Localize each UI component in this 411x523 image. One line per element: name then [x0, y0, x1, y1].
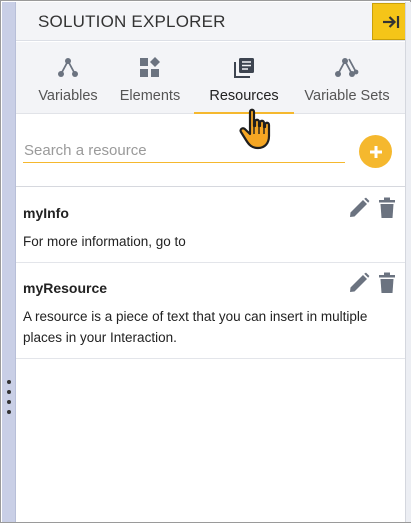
item-actions — [348, 197, 396, 219]
resize-handle[interactable] — [6, 380, 12, 414]
tab-resources-label: Resources — [209, 88, 279, 104]
tab-variables[interactable]: Variables — [26, 42, 110, 114]
solution-explorer-panel: SOLUTION EXPLORER Variables Elements Res… — [0, 0, 411, 523]
delete-resource-button[interactable] — [378, 197, 396, 219]
plus-icon — [369, 145, 382, 158]
left-rail — [2, 2, 16, 522]
item-actions — [348, 272, 396, 294]
tab-resources[interactable]: Resources — [194, 42, 294, 114]
panel-header: SOLUTION EXPLORER — [16, 2, 410, 41]
arrow-right-to-bar-icon — [383, 15, 400, 28]
variable-sets-icon — [335, 58, 359, 77]
add-resource-button[interactable] — [359, 135, 392, 168]
delete-resource-button[interactable] — [378, 272, 396, 294]
tab-elements[interactable]: Elements — [114, 42, 186, 114]
list-item[interactable]: myInfo For more information, go to — [16, 188, 406, 263]
edit-resource-button[interactable] — [348, 272, 370, 294]
panel-title: SOLUTION EXPLORER — [38, 12, 226, 31]
variables-icon — [58, 58, 78, 77]
resources-icon — [234, 58, 254, 78]
tab-variable-sets[interactable]: Variable Sets — [300, 42, 394, 114]
resource-name: myInfo — [23, 205, 69, 221]
resource-description: For more information, go to — [23, 234, 186, 249]
tab-variable-sets-label: Variable Sets — [304, 88, 390, 104]
explorer-tabs: Variables Elements Resources Variable Se… — [16, 42, 406, 114]
pencil-icon — [350, 197, 370, 217]
right-scroll-edge — [405, 2, 411, 522]
resource-list: myInfo For more information, go to myRes… — [16, 188, 406, 359]
resource-name: myResource — [23, 280, 108, 296]
trash-icon — [379, 197, 395, 218]
resource-description: A resource is a piece of text that you c… — [23, 309, 368, 345]
pencil-icon — [350, 272, 370, 292]
search-resource-input[interactable] — [23, 139, 345, 163]
main-area: SOLUTION EXPLORER Variables Elements Res… — [16, 2, 410, 522]
trash-icon — [379, 272, 395, 293]
tab-elements-label: Elements — [119, 88, 181, 104]
tab-variables-label: Variables — [38, 88, 98, 104]
search-row — [16, 115, 406, 187]
edit-resource-button[interactable] — [348, 197, 370, 219]
elements-icon — [140, 57, 160, 77]
list-item[interactable]: myResource A resource is a piece of text… — [16, 263, 406, 359]
